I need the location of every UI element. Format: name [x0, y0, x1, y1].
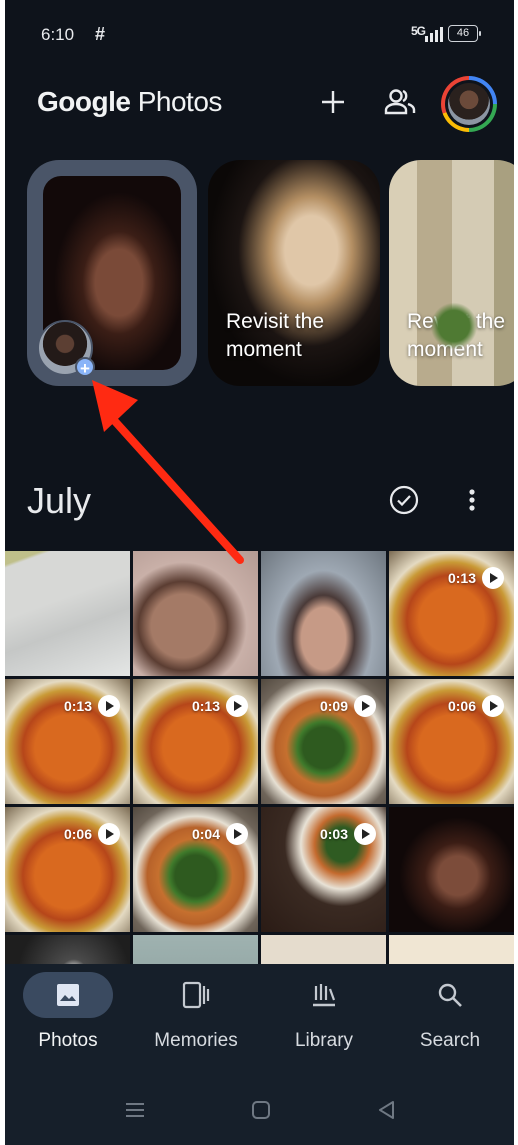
nav-pill — [151, 972, 241, 1018]
nav-photos[interactable]: Photos — [13, 972, 123, 1052]
logo-google: Google — [37, 86, 131, 117]
plus-icon — [322, 91, 344, 113]
video-tile[interactable]: 0:13 — [5, 679, 130, 804]
people-icon — [384, 89, 416, 115]
video-tile[interactable]: 0:03 — [261, 807, 386, 932]
duration-label: 0:04 — [191, 826, 220, 842]
duration-label: 0:13 — [447, 570, 476, 586]
video-tile[interactable]: 0:06 — [5, 807, 130, 932]
video-tile[interactable]: 0:06 — [389, 679, 514, 804]
memories-icon — [182, 981, 210, 1009]
photo-icon — [57, 984, 79, 1006]
month-section-header: July — [5, 478, 514, 528]
library-icon — [313, 984, 336, 1007]
play-icon — [482, 695, 504, 717]
select-all-button[interactable] — [388, 484, 420, 516]
video-tile[interactable]: 0:13 — [389, 551, 514, 676]
home-button[interactable] — [249, 1098, 273, 1122]
account-avatar[interactable] — [441, 76, 497, 132]
nav-library[interactable]: Library — [269, 972, 379, 1052]
play-icon — [226, 823, 248, 845]
more-vert-icon — [469, 489, 475, 511]
check-circle-icon — [389, 485, 419, 515]
logo-photos: Photos — [137, 86, 223, 117]
nav-label: Search — [419, 1030, 481, 1051]
recents-button[interactable] — [123, 1098, 147, 1122]
nav-pill — [405, 972, 495, 1018]
duration-label: 0:13 — [191, 698, 220, 714]
memory-card[interactable]: Revisit the moment — [208, 160, 380, 386]
video-duration: 0:09 — [320, 695, 376, 717]
photo-tile[interactable] — [261, 551, 386, 676]
duration-label: 0:06 — [447, 698, 476, 714]
video-duration: 0:06 — [448, 695, 504, 717]
video-duration: 0:06 — [64, 823, 120, 845]
memory-caption: Revisit the moment — [226, 310, 325, 361]
back-button[interactable] — [375, 1098, 399, 1122]
signal-icon — [425, 26, 443, 42]
memory-caption: Revisit the moment — [407, 310, 506, 361]
network-type: 5G — [411, 24, 426, 38]
nav-search[interactable]: Search — [395, 972, 505, 1052]
status-bar: 6:10 # 5G 46 — [5, 22, 514, 48]
video-tile[interactable]: 0:04 — [133, 807, 258, 932]
my-memory-card[interactable]: + — [27, 160, 197, 386]
photo-tile[interactable] — [133, 551, 258, 676]
app-logo: Google Photos — [37, 86, 222, 118]
nav-label: Photos — [38, 1030, 98, 1051]
duration-label: 0:06 — [63, 826, 92, 842]
nav-memories[interactable]: Memories — [141, 972, 251, 1052]
duration-label: 0:13 — [63, 698, 92, 714]
status-time: 6:10 — [41, 25, 75, 44]
nav-label: Library — [294, 1030, 354, 1051]
video-tile[interactable]: 0:09 — [261, 679, 386, 804]
app-header: Google Photos — [5, 76, 514, 132]
google-photos-screen: 6:10 # 5G 46 Google Photos + Revisit the… — [5, 0, 514, 1145]
play-icon — [354, 695, 376, 717]
back-triangle-icon — [379, 1101, 394, 1119]
home-square-icon — [252, 1101, 270, 1119]
nav-pill — [23, 972, 113, 1018]
duration-label: 0:03 — [319, 826, 348, 842]
photo-tile[interactable] — [389, 807, 514, 932]
video-duration: 0:13 — [192, 695, 248, 717]
duration-label: 0:09 — [319, 698, 348, 714]
search-icon — [438, 983, 462, 1007]
memory-card[interactable]: Revisit the moment — [389, 160, 514, 386]
photo-tile[interactable] — [5, 551, 130, 676]
video-duration: 0:13 — [448, 567, 504, 589]
add-memory-badge[interactable]: + — [75, 357, 95, 378]
video-duration: 0:04 — [192, 823, 248, 845]
nav-label: Memories — [154, 1030, 238, 1051]
play-icon — [226, 695, 248, 717]
month-title: July — [27, 480, 92, 521]
system-navigation-bar — [5, 1064, 514, 1145]
avatar-photo — [448, 83, 490, 125]
bottom-navigation: Photos Memories Library Search — [5, 964, 514, 1064]
add-button[interactable] — [315, 84, 351, 120]
video-tile[interactable]: 0:13 — [133, 679, 258, 804]
play-icon — [98, 823, 120, 845]
more-options-button[interactable] — [460, 484, 484, 516]
slack-icon: # — [95, 24, 106, 44]
nav-pill — [279, 972, 369, 1018]
menu-icon — [126, 1103, 144, 1117]
video-duration: 0:03 — [320, 823, 376, 845]
battery-icon: 46 — [448, 25, 481, 42]
play-icon — [482, 567, 504, 589]
memories-carousel[interactable]: + Revisit the moment Revisit the moment — [5, 160, 514, 390]
sharing-button[interactable] — [382, 84, 418, 120]
video-duration: 0:13 — [64, 695, 120, 717]
play-icon — [98, 695, 120, 717]
play-icon — [354, 823, 376, 845]
